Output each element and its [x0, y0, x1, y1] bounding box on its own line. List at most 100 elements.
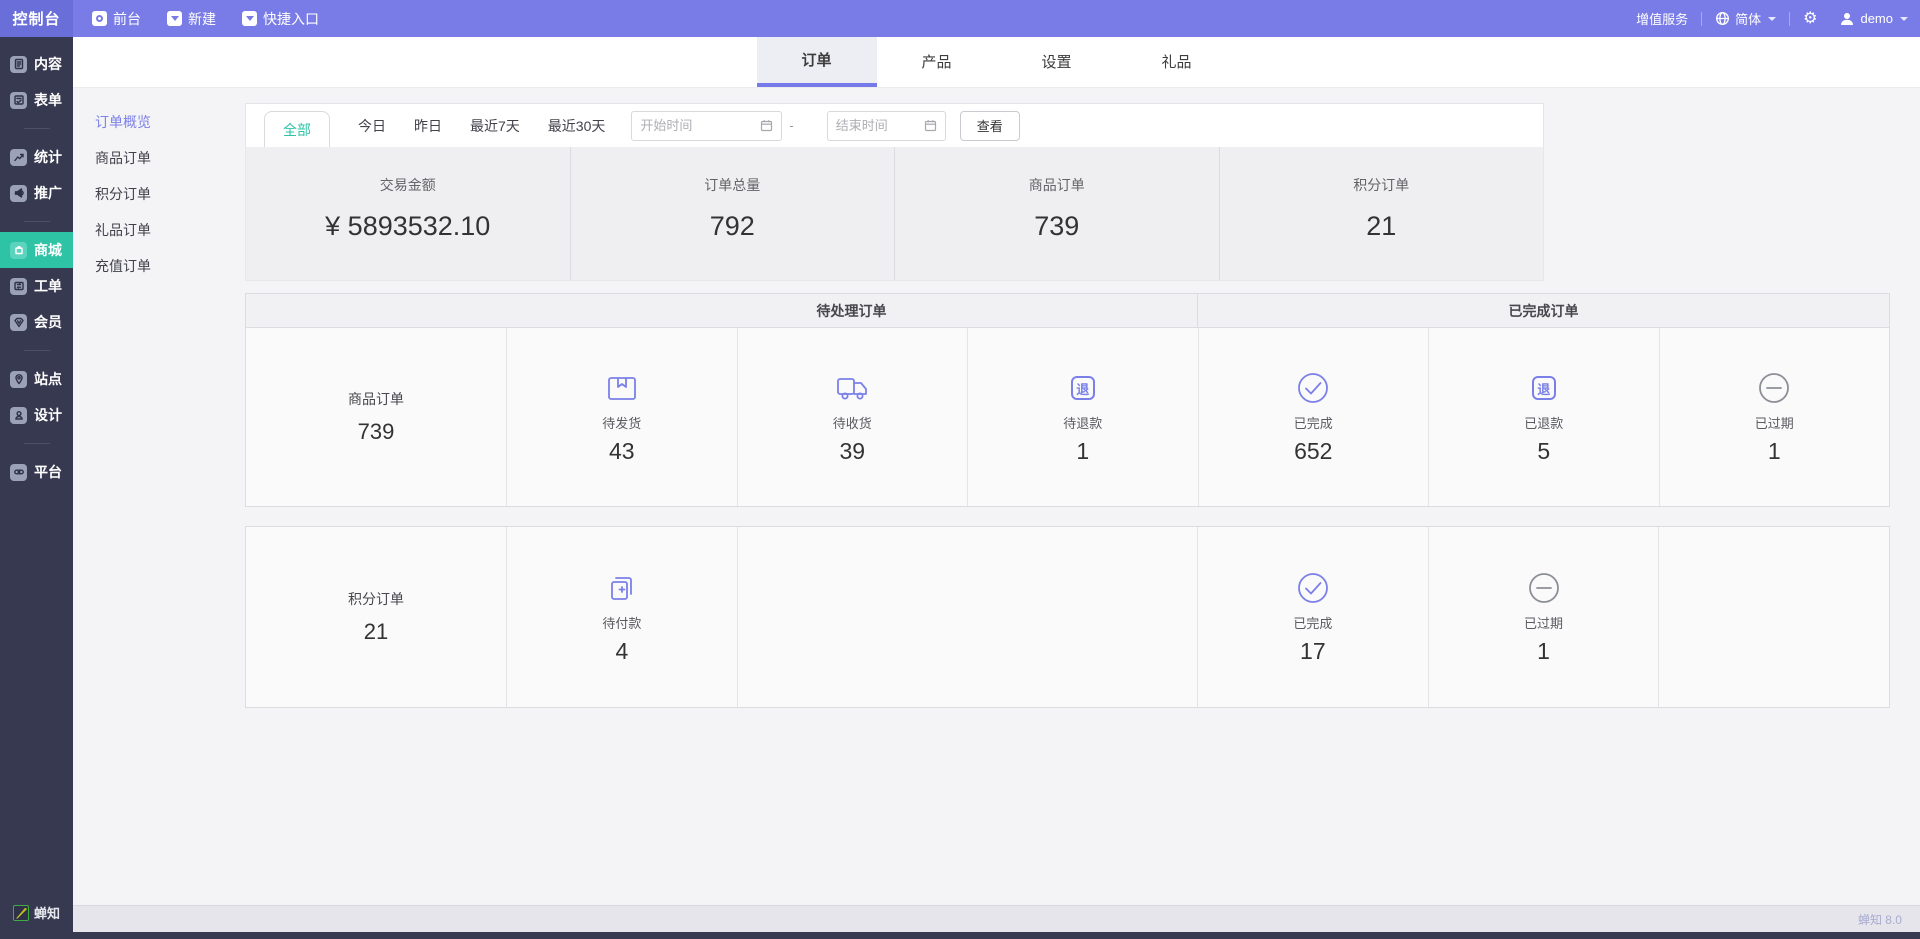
sidebar-divider	[24, 350, 50, 351]
row-title-score-orders: 积分订单 21	[246, 527, 506, 707]
cell-value: 1	[1537, 636, 1550, 666]
submenu-product-orders[interactable]: 商品订单	[95, 140, 210, 176]
row-name: 商品订单	[348, 389, 404, 409]
stat-value: 792	[710, 209, 755, 243]
cell-empty	[737, 527, 1197, 707]
sidebar-label: 统计	[34, 147, 62, 167]
stat-value: 739	[1034, 209, 1079, 243]
sidebar-item-ticket[interactable]: 工单	[0, 268, 73, 304]
stat-product-orders: 商品订单 739	[894, 147, 1219, 280]
cell-label: 待收货	[833, 415, 872, 433]
calendar-icon[interactable]	[760, 119, 773, 132]
start-date-input[interactable]	[640, 118, 760, 133]
submenu-gift-orders[interactable]: 礼品订单	[95, 212, 210, 248]
order-submenu: 订单概览 商品订单 积分订单 礼品订单 充值订单	[95, 104, 210, 284]
cell-done[interactable]: 已完成 652	[1198, 328, 1429, 506]
module-tab-bar: 订单 产品 设置 礼品	[73, 37, 1920, 88]
range-today[interactable]: 今日	[358, 116, 386, 136]
cell-to-receive[interactable]: 待收货 39	[737, 328, 968, 506]
sidebar-item-design[interactable]: 设计	[0, 397, 73, 433]
cell-expired[interactable]: 已过期 1	[1659, 328, 1890, 506]
range-all[interactable]: 全部	[264, 111, 330, 147]
cell-label: 待退款	[1063, 415, 1102, 433]
stat-value: ¥ 5893532.10	[325, 209, 490, 243]
menu-quick-entry[interactable]: 快捷入口	[229, 0, 332, 37]
sidebar-item-promotion[interactable]: 推广	[0, 175, 73, 211]
cell-label: 已完成	[1293, 615, 1332, 633]
score-orders-table: 积分订单 21 待付款 4	[245, 526, 1890, 708]
cell-label: 待发货	[602, 415, 641, 433]
row-name: 积分订单	[348, 589, 404, 609]
bottom-strip	[0, 932, 1920, 939]
sidebar-label: 会员	[34, 312, 62, 332]
sidebar-label: 工单	[34, 276, 62, 296]
view-button[interactable]: 查看	[960, 111, 1020, 141]
header-spacer	[246, 294, 506, 327]
row-total: 739	[358, 419, 395, 445]
value-added-services-link[interactable]: 增值服务	[1636, 9, 1688, 28]
range-yesterday[interactable]: 昨日	[414, 116, 442, 136]
tab-products[interactable]: 产品	[877, 37, 997, 87]
chanzhi-logo-icon	[13, 905, 29, 921]
sidebar-item-stats[interactable]: 统计	[0, 139, 73, 175]
row-total: 21	[364, 619, 388, 645]
cell-value: 17	[1300, 636, 1326, 666]
calendar-icon[interactable]	[924, 119, 937, 132]
caret-down-icon	[1900, 17, 1908, 21]
done-orders-header: 已完成订单	[1197, 294, 1889, 327]
shop-icon	[10, 242, 27, 259]
cell-done[interactable]: 已完成 17	[1197, 527, 1428, 707]
cell-value: 1	[1076, 436, 1089, 466]
cell-label: 已退款	[1524, 415, 1563, 433]
version-label: 蝉知 8.0	[1858, 911, 1902, 928]
tab-orders[interactable]: 订单	[757, 37, 877, 87]
cell-value: 5	[1537, 436, 1550, 466]
page-content: 订单概览 商品订单 积分订单 礼品订单 充值订单 全部 今日 昨日 最近7天 最…	[73, 88, 1920, 905]
end-date-input[interactable]	[836, 118, 924, 133]
top-bar: 控制台 前台 新建 快捷入口 增值服务 简体 ⚙	[0, 0, 1920, 37]
range-last7days[interactable]: 最近7天	[470, 116, 520, 136]
language-label: 简体	[1735, 9, 1761, 28]
tab-gifts[interactable]: 礼品	[1117, 37, 1237, 87]
sidebar-divider	[24, 443, 50, 444]
cell-to-pay[interactable]: 待付款 4	[506, 527, 737, 707]
content-icon	[10, 56, 27, 73]
sidebar-item-shop[interactable]: 商城	[0, 232, 73, 268]
menu-frontend[interactable]: 前台	[79, 0, 154, 37]
menu-create[interactable]: 新建	[154, 0, 229, 37]
settings-gear-icon[interactable]: ⚙	[1803, 11, 1817, 27]
package-icon	[602, 368, 642, 408]
cell-value: 1	[1768, 436, 1781, 466]
submenu-order-overview[interactable]: 订单概览	[95, 104, 210, 140]
sidebar-item-forms[interactable]: 表单	[0, 82, 73, 118]
stat-score-orders: 积分订单 21	[1219, 147, 1544, 280]
sidebar-item-member[interactable]: 会员	[0, 304, 73, 340]
table-row: 积分订单 21 待付款 4	[246, 527, 1889, 707]
row-title-product-orders: 商品订单 739	[246, 328, 506, 506]
stat-label: 积分订单	[1353, 175, 1409, 195]
cell-to-ship[interactable]: 待发货 43	[506, 328, 737, 506]
submenu-score-orders[interactable]: 积分订单	[95, 176, 210, 212]
cell-label: 已完成	[1294, 415, 1333, 433]
tab-settings[interactable]: 设置	[997, 37, 1117, 87]
sidebar-item-site[interactable]: 站点	[0, 361, 73, 397]
create-caret-icon	[167, 11, 182, 26]
user-menu[interactable]: demo	[1839, 11, 1908, 27]
cell-label: 待付款	[602, 615, 641, 633]
cell-expired[interactable]: 已过期 1	[1428, 527, 1659, 707]
cell-to-refund[interactable]: 退 待退款 1	[967, 328, 1198, 506]
topbar-right: 增值服务 简体 ⚙ demo	[1636, 0, 1920, 37]
range-last30days[interactable]: 最近30天	[548, 116, 606, 136]
user-avatar-icon	[1839, 11, 1855, 27]
check-circle-icon	[1293, 368, 1333, 408]
submenu-recharge-orders[interactable]: 充值订单	[95, 248, 210, 284]
sidebar-item-platform[interactable]: 平台	[0, 454, 73, 490]
cell-refunded[interactable]: 退 已退款 5	[1428, 328, 1659, 506]
table-gap	[245, 507, 1890, 526]
language-switcher[interactable]: 简体	[1715, 9, 1776, 28]
sidebar-item-content[interactable]: 内容	[0, 46, 73, 82]
stat-label: 订单总量	[704, 175, 760, 195]
date-filter-bar: 全部 今日 昨日 最近7天 最近30天 - 查看	[245, 103, 1544, 147]
pending-orders-header: 待处理订单	[506, 294, 1197, 327]
stats-icon	[10, 149, 27, 166]
